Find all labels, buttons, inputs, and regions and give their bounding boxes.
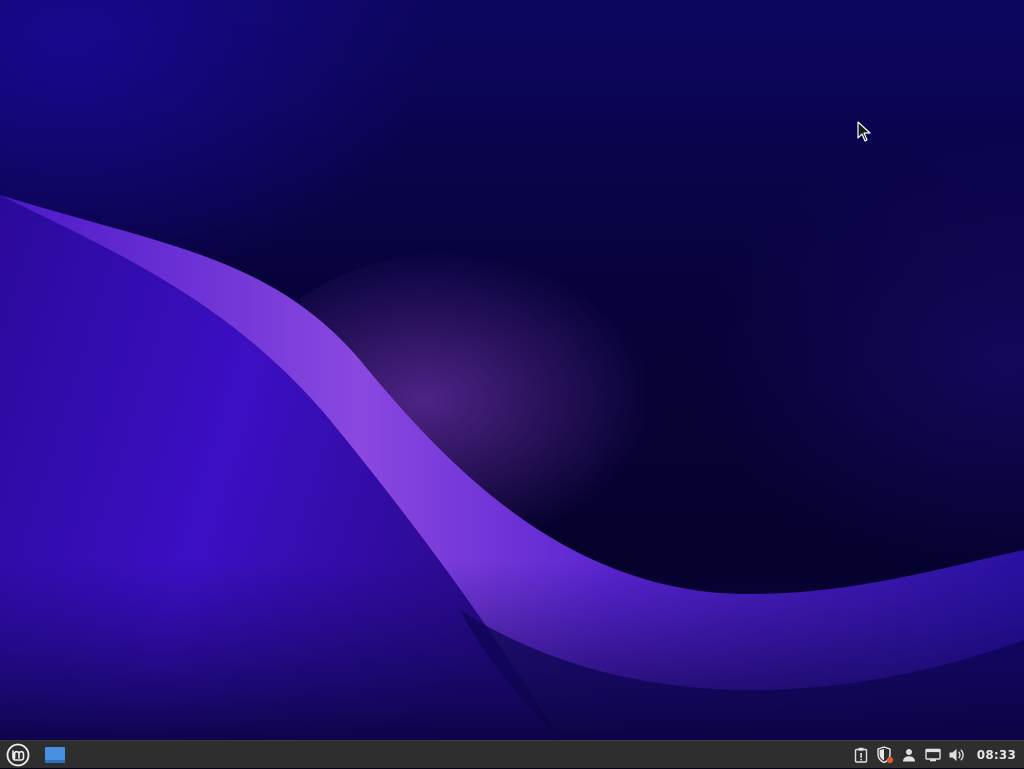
network-icon xyxy=(925,748,941,761)
user-tray-button[interactable] xyxy=(898,743,920,767)
taskbar: 08:33 xyxy=(0,740,1024,768)
volume-tray-button[interactable] xyxy=(946,743,968,767)
update-shield-icon xyxy=(877,745,893,763)
clock[interactable]: 08:33 xyxy=(977,748,1016,762)
mint-logo-icon xyxy=(6,743,30,766)
volume-icon xyxy=(949,748,964,761)
network-tray-button[interactable] xyxy=(922,743,944,767)
clipboard-icon xyxy=(854,747,867,763)
mouse-pointer-icon xyxy=(857,121,871,142)
wallpaper xyxy=(0,195,1024,740)
show-desktop-button[interactable] xyxy=(42,742,68,768)
update-manager-tray-button[interactable] xyxy=(874,743,896,767)
clipboard-tray-button[interactable] xyxy=(850,743,872,767)
user-icon xyxy=(902,748,915,761)
desktop[interactable] xyxy=(0,0,1024,740)
system-tray: 08:33 xyxy=(849,741,1024,769)
show-desktop-icon xyxy=(45,746,65,763)
menu-button[interactable] xyxy=(4,741,32,769)
